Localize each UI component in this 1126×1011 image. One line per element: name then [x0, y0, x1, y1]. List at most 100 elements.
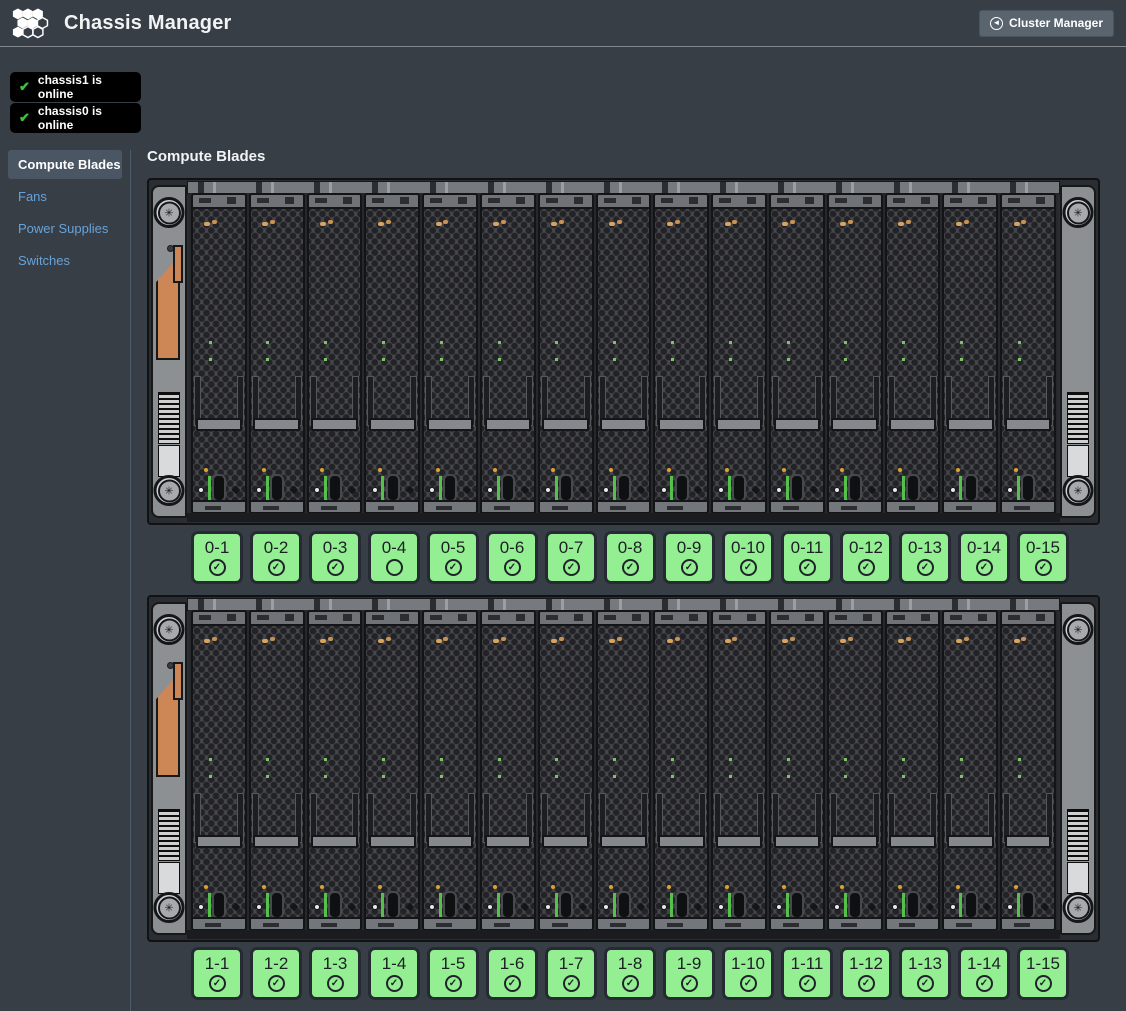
blade-button-0-15[interactable]: 0-15✓	[1017, 531, 1069, 584]
blade-button-1-1[interactable]: 1-1✓	[191, 947, 243, 1000]
blade-button-1-4[interactable]: 1-4✓	[368, 947, 420, 1000]
blade-foot-strip	[193, 500, 245, 512]
blade-port	[328, 891, 342, 919]
green-led-icon	[844, 758, 847, 761]
amber-led-icon	[725, 222, 731, 226]
blade-button-0-12[interactable]: 0-12✓	[840, 531, 892, 584]
blade-handle-bar	[831, 418, 878, 431]
sidebar-item-switches[interactable]: Switches	[8, 246, 122, 275]
blade-foot-strip	[193, 917, 245, 929]
blade-button-1-12[interactable]: 1-12✓	[840, 947, 892, 1000]
sidebar-item-power-supplies[interactable]: Power Supplies	[8, 214, 122, 243]
blade-port	[212, 474, 226, 502]
amber-led-icon	[320, 468, 324, 472]
check-circle-icon: ✓	[327, 559, 344, 576]
blade-button-1-9[interactable]: 1-9✓	[663, 947, 715, 1000]
blade-graphic	[769, 610, 825, 931]
blade-latch-strip	[771, 195, 823, 209]
blade-button-0-4[interactable]: 0-4	[368, 531, 420, 584]
blade-handle-bar	[427, 418, 474, 431]
check-circle-icon: ✓	[327, 975, 344, 992]
green-led-icon	[1018, 775, 1021, 778]
blade-button-1-13[interactable]: 1-13✓	[899, 947, 951, 1000]
port-status-led	[555, 893, 558, 918]
thumbscrew-icon	[290, 486, 298, 494]
blade-port	[501, 474, 515, 502]
blade-button-0-7[interactable]: 0-7✓	[545, 531, 597, 584]
blade-button-0-1[interactable]: 0-1✓	[191, 531, 243, 584]
amber-led-icon	[906, 637, 911, 641]
blade-button-label: 1-3	[323, 954, 348, 974]
blade-handle-bar	[369, 835, 416, 848]
blade-button-0-8[interactable]: 0-8✓	[604, 531, 656, 584]
blade-button-0-5[interactable]: 0-5✓	[427, 531, 479, 584]
blade-handle-bar	[253, 835, 300, 848]
blade-button-1-6[interactable]: 1-6✓	[486, 947, 538, 1000]
amber-led-icon	[320, 222, 326, 226]
blade-handle-bar	[1005, 835, 1052, 848]
blade-graphic	[596, 193, 652, 514]
blade-button-label: 0-10	[731, 538, 765, 558]
sidebar-item-compute-blades[interactable]: Compute Blades	[8, 150, 122, 179]
amber-led-icon	[1021, 220, 1026, 224]
blade-button-0-6[interactable]: 0-6✓	[486, 531, 538, 584]
blade-port	[906, 474, 920, 502]
chassis-endcap-right	[1060, 602, 1096, 935]
amber-led-icon	[782, 468, 786, 472]
blade-button-1-15[interactable]: 1-15✓	[1017, 947, 1069, 1000]
amber-led-icon	[378, 885, 382, 889]
blade-graphic	[249, 193, 305, 514]
blade-foot-strip	[424, 500, 476, 512]
blade-button-1-11[interactable]: 1-11✓	[781, 947, 833, 1000]
blade-button-1-7[interactable]: 1-7✓	[545, 947, 597, 1000]
amber-led-icon	[790, 637, 795, 641]
power-led-icon	[892, 904, 898, 910]
screw-icon	[1063, 197, 1094, 228]
blade-button-0-10[interactable]: 0-10✓	[722, 531, 774, 584]
check-circle-icon: ✓	[858, 975, 875, 992]
blade-button-1-2[interactable]: 1-2✓	[250, 947, 302, 1000]
amber-led-icon	[675, 637, 680, 641]
blade-graphic	[596, 610, 652, 931]
port-status-led	[1017, 893, 1020, 918]
blade-button-0-9[interactable]: 0-9✓	[663, 531, 715, 584]
sidebar-item-fans[interactable]: Fans	[8, 182, 122, 211]
thumbscrew-icon	[925, 903, 933, 911]
amber-led-icon	[848, 637, 853, 641]
thumbscrew-icon	[290, 903, 298, 911]
amber-led-icon	[956, 885, 960, 889]
port-status-led	[497, 893, 500, 918]
power-led-icon	[776, 487, 782, 493]
blade-button-0-11[interactable]: 0-11✓	[781, 531, 833, 584]
amber-led-icon	[436, 468, 440, 472]
blade-button-1-8[interactable]: 1-8✓	[604, 947, 656, 1000]
blade-button-0-14[interactable]: 0-14✓	[958, 531, 1010, 584]
blade-latch-strip	[1002, 612, 1054, 626]
blade-button-1-3[interactable]: 1-3✓	[309, 947, 361, 1000]
port-status-led	[439, 893, 442, 918]
blade-button-0-13[interactable]: 0-13✓	[899, 531, 951, 584]
amber-led-icon	[493, 639, 499, 643]
blade-button-label: 0-11	[791, 538, 824, 558]
green-led-icon	[844, 358, 847, 361]
green-led-icon	[902, 758, 905, 761]
blade-foot-strip	[366, 917, 418, 929]
amber-led-icon	[320, 639, 326, 643]
green-led-icon	[266, 758, 269, 761]
blank-label	[1067, 862, 1089, 894]
blade-button-1-5[interactable]: 1-5✓	[427, 947, 479, 1000]
blade-button-0-3[interactable]: 0-3✓	[309, 531, 361, 584]
amber-led-icon	[840, 468, 844, 472]
blade-button-0-2[interactable]: 0-2✓	[250, 531, 302, 584]
amber-led-icon	[493, 222, 499, 226]
blade-port	[617, 474, 631, 502]
blade-port	[443, 891, 457, 919]
blade-button-1-14[interactable]: 1-14✓	[958, 947, 1010, 1000]
blade-button-1-10[interactable]: 1-10✓	[722, 947, 774, 1000]
blade-latch-strip	[771, 612, 823, 626]
green-led-icon	[902, 358, 905, 361]
amber-led-icon	[667, 639, 673, 643]
check-circle-icon: ✓	[799, 975, 816, 992]
amber-led-icon	[609, 639, 615, 643]
check-circle-icon: ✓	[917, 975, 934, 992]
